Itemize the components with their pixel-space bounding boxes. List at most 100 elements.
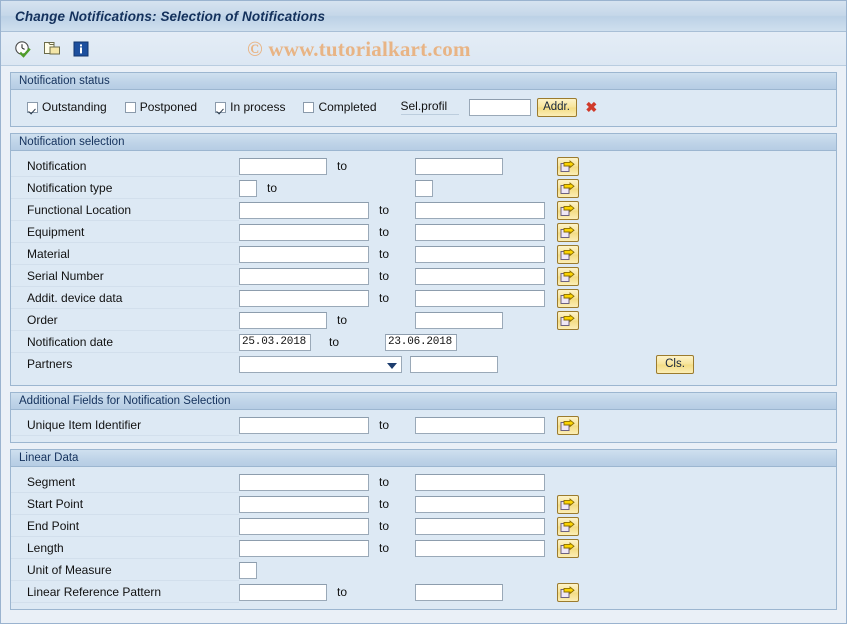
row-notification-from-input[interactable]: [239, 157, 327, 175]
linear-data-panel: Linear Data Segment to Start Point to End Po…: [10, 449, 837, 610]
row-notification-date-fields: to: [239, 331, 537, 353]
row-start-point-fields: to: [239, 493, 583, 515]
row-segment-from-input[interactable]: [239, 473, 369, 491]
row-notification-to-input[interactable]: [415, 157, 503, 175]
row-serial-number-to-input[interactable]: [415, 267, 545, 285]
info-icon[interactable]: [71, 39, 91, 59]
sel-profil-label: Sel.profil: [400, 99, 459, 115]
multiple-selection-icon[interactable]: [42, 39, 62, 59]
checkbox-in-process-label: In process: [230, 100, 286, 114]
row-addit-device-data-to-label: to: [379, 291, 390, 305]
row-length-to-label: to: [379, 541, 390, 555]
multiple-selection-arrow-icon[interactable]: [557, 244, 579, 264]
row-addit-device-data-arrow-slot: [553, 288, 583, 308]
multiple-selection-arrow-icon[interactable]: [557, 156, 579, 176]
row-unit-of-measure-fields: [239, 559, 287, 581]
row-linear-reference-pattern: Linear Reference Pattern to: [11, 581, 836, 603]
delete-selprofil-icon[interactable]: ✖: [586, 100, 598, 114]
sap-selection-screen: Change Notifications: Selection of Notif…: [0, 0, 847, 624]
row-addit-device-data-to-input[interactable]: [415, 289, 545, 307]
row-serial-number-to-label: to: [379, 269, 390, 283]
page-title: Change Notifications: Selection of Notif…: [15, 8, 326, 24]
row-notification-type-to-input[interactable]: [415, 179, 433, 197]
sel-profil-input[interactable]: [468, 98, 531, 116]
row-equipment-arrow-slot: [553, 222, 583, 242]
row-unique-item-identifier-arrow-slot: [553, 415, 583, 435]
row-equipment-from-input[interactable]: [239, 223, 369, 241]
row-start-point-from-input[interactable]: [239, 495, 369, 513]
row-serial-number-from-input[interactable]: [239, 267, 369, 285]
row-order: Order to: [11, 309, 836, 331]
row-length: Length to: [11, 537, 836, 559]
row-addit-device-data-fields: to: [239, 287, 583, 309]
multiple-selection-arrow-icon[interactable]: [557, 200, 579, 220]
row-addit-device-data-from-input[interactable]: [239, 289, 369, 307]
row-order-arrow-slot: [553, 310, 583, 330]
multiple-selection-arrow-icon[interactable]: [557, 266, 579, 286]
multiple-selection-arrow-icon[interactable]: [557, 538, 579, 558]
row-unique-item-identifier-from-input[interactable]: [239, 416, 369, 434]
checkbox-in-process-box[interactable]: [215, 101, 227, 113]
execute-clock-icon[interactable]: [13, 39, 33, 59]
multiple-selection-arrow-icon[interactable]: [557, 310, 579, 330]
partners-value-input[interactable]: [410, 355, 498, 373]
row-material-fields: to: [239, 243, 583, 265]
checkbox-postponed[interactable]: Postponed: [124, 100, 197, 114]
addr-button[interactable]: Addr.: [536, 97, 577, 117]
row-notification-date-from-input[interactable]: [239, 333, 311, 351]
multiple-selection-arrow-icon[interactable]: [557, 222, 579, 242]
row-unique-item-identifier-fields: to: [239, 414, 583, 436]
row-functional-location-from-input[interactable]: [239, 201, 369, 219]
checkbox-outstanding-box[interactable]: [27, 101, 38, 113]
additional-fields-rows: Unique Item Identifier to: [11, 414, 836, 436]
row-functional-location-to-label: to: [379, 203, 390, 217]
row-functional-location-to-input[interactable]: [415, 201, 545, 219]
row-end-point-to-input[interactable]: [415, 517, 545, 535]
row-segment-to-input[interactable]: [415, 473, 545, 491]
partners-dropdown[interactable]: [239, 355, 402, 373]
checkbox-outstanding[interactable]: Outstanding: [27, 100, 107, 114]
multiple-selection-arrow-icon[interactable]: [557, 582, 579, 602]
cls-button[interactable]: Cls.: [656, 354, 694, 374]
row-linear-reference-pattern-to-input[interactable]: [415, 583, 503, 601]
checkbox-postponed-box[interactable]: [124, 101, 136, 113]
row-notification-date-to-input[interactable]: [385, 333, 457, 351]
row-start-point-label: Start Point: [11, 493, 239, 515]
multiple-selection-arrow-icon[interactable]: [557, 288, 579, 308]
toolbar: © www.tutorialkart.com: [1, 32, 846, 66]
notification-selection-panel-title: Notification selection: [11, 134, 836, 151]
linear-data-rows: Segment to Start Point to End Point to Length t…: [11, 471, 836, 603]
row-notification-type-from-input[interactable]: [239, 179, 257, 197]
row-unique-item-identifier-to-input[interactable]: [415, 416, 545, 434]
additional-fields-body: Unique Item Identifier to: [11, 410, 836, 442]
row-order-from-input[interactable]: [239, 311, 327, 329]
row-length-from-input[interactable]: [239, 539, 369, 557]
row-order-to-input[interactable]: [415, 311, 503, 329]
row-material-arrow-slot: [553, 244, 583, 264]
row-material-to-input[interactable]: [415, 245, 545, 263]
row-segment-to-label: to: [379, 475, 390, 489]
checkbox-completed[interactable]: Completed: [303, 100, 377, 114]
row-segment: Segment to: [11, 471, 836, 493]
multiple-selection-arrow-icon[interactable]: [557, 415, 579, 435]
notification-status-panel-title: Notification status: [11, 73, 836, 90]
row-unit-of-measure-from-input[interactable]: [239, 561, 257, 579]
row-notification-date: Notification date to: [11, 331, 836, 353]
row-start-point-to-label: to: [379, 497, 390, 511]
row-linear-reference-pattern-to-label: to: [337, 585, 348, 599]
multiple-selection-arrow-icon[interactable]: [557, 516, 579, 536]
multiple-selection-arrow-icon[interactable]: [557, 178, 579, 198]
row-notification-type-label: Notification type: [11, 177, 239, 199]
cls-button-label: Cls.: [665, 358, 685, 370]
row-start-point-to-input[interactable]: [415, 495, 545, 513]
row-end-point-from-input[interactable]: [239, 517, 369, 535]
notification-selection-body: Notification to Notification type to Functio…: [11, 151, 836, 385]
checkbox-in-process[interactable]: In process: [215, 100, 285, 114]
multiple-selection-arrow-icon[interactable]: [557, 494, 579, 514]
row-linear-reference-pattern-from-input[interactable]: [239, 583, 327, 601]
row-equipment-to-input[interactable]: [415, 223, 545, 241]
checkbox-completed-box[interactable]: [303, 101, 315, 113]
row-notification: Notification to: [11, 155, 836, 177]
row-material-from-input[interactable]: [239, 245, 369, 263]
row-length-to-input[interactable]: [415, 539, 545, 557]
